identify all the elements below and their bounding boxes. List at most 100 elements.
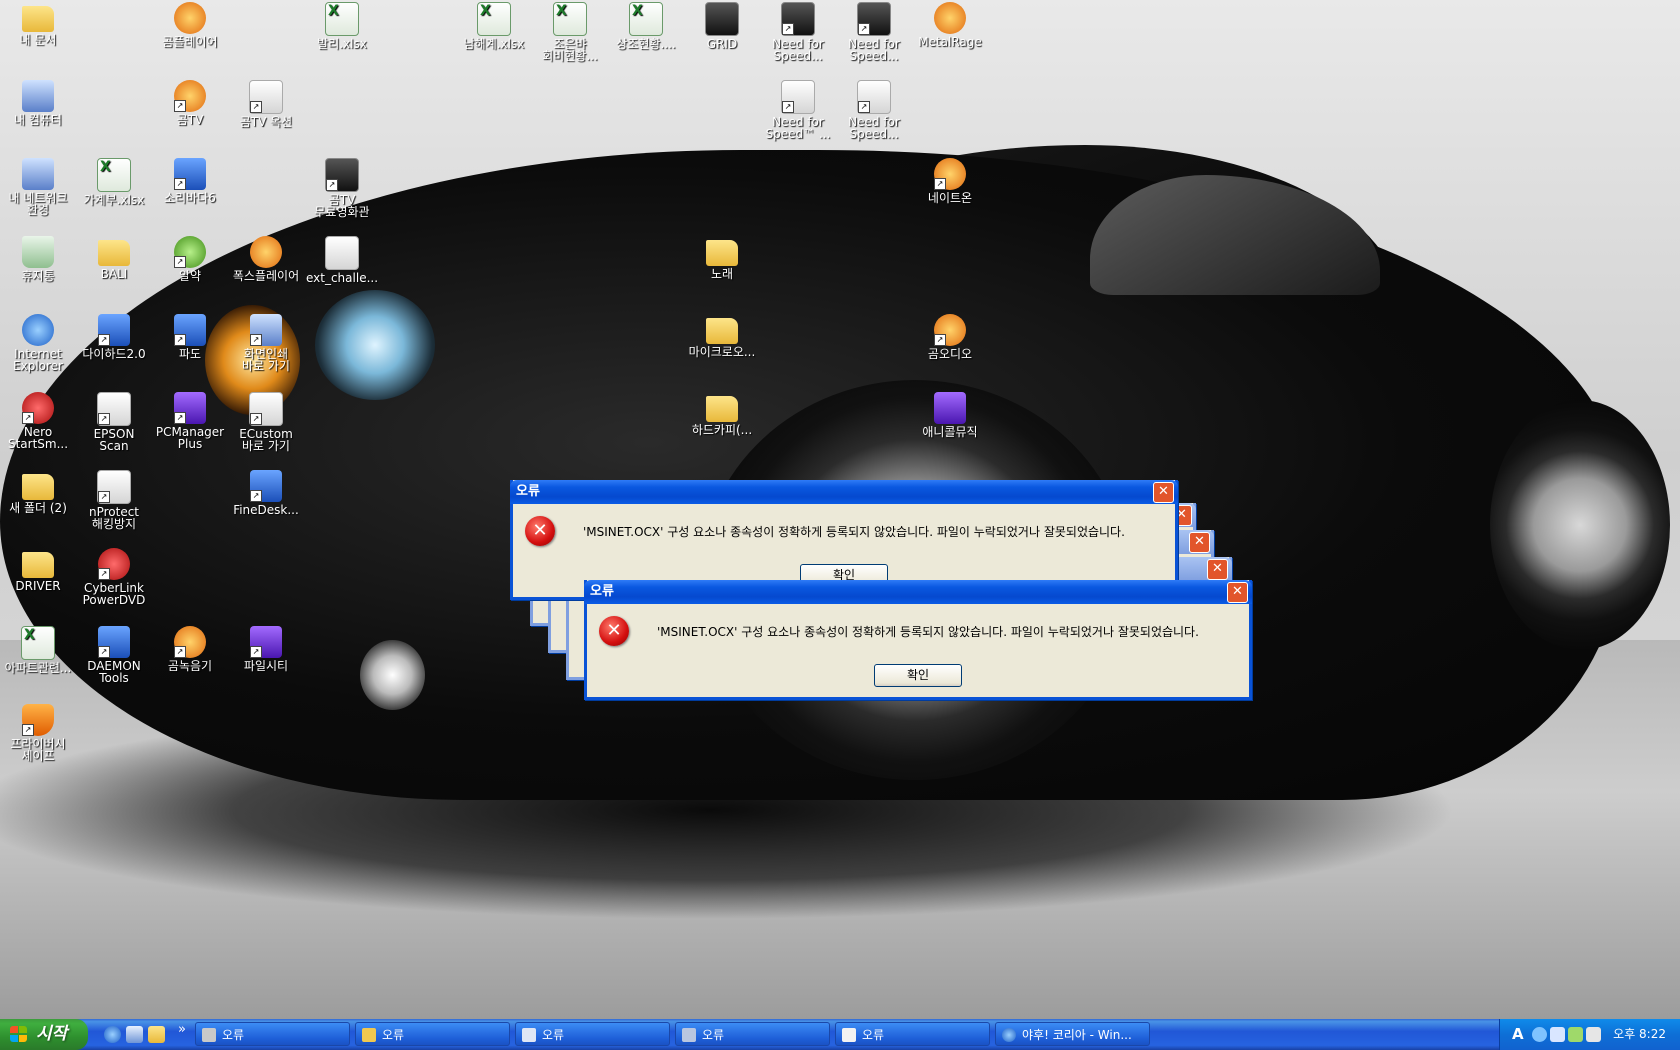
desktop-icon-gom-player[interactable]: 곰플레이어	[152, 2, 228, 48]
desktop-icon-nero[interactable]: ↗ Nero StartSm...	[0, 392, 76, 450]
error-icon: ✕	[525, 516, 555, 546]
wallpaper-rear-wheel	[1490, 400, 1670, 650]
dialog-title: 오류	[516, 484, 540, 499]
quicklaunch-outlook-icon[interactable]	[126, 1026, 143, 1043]
ok-button[interactable]: 확인	[874, 664, 962, 687]
nfs-most-wanted-icon: ↗	[857, 2, 891, 36]
desktop-icon-gom-recorder[interactable]: ↗ 곰녹음기	[152, 626, 228, 672]
shortcut-arrow-icon: ↗	[22, 724, 34, 736]
desktop-icon-apartment[interactable]: 아파트관련...	[0, 626, 76, 674]
desktop-icon-powerdvd[interactable]: ↗ CyberLink PowerDVD	[76, 548, 152, 606]
desktop-icon-my-computer[interactable]: 내 컴퓨터	[0, 80, 76, 126]
desktop-icon-nfs-3[interactable]: ↗ Need for Speed™ ...	[760, 80, 836, 140]
nfs-shift-icon: ↗	[781, 80, 815, 114]
desktop-icon-privacy-safe[interactable]: ↗ 프라이버시 세이프	[0, 704, 76, 762]
quicklaunch-chevron[interactable]: »	[178, 1022, 186, 1037]
desktop-icon-recycle-bin[interactable]: 휴지통	[0, 236, 76, 282]
desktop-icon-grid[interactable]: GRID	[684, 2, 760, 50]
desktop-icon-pcmanager[interactable]: ↗ PCManager Plus	[152, 392, 228, 450]
desktop-icon-filecity[interactable]: ↗ 파일시티	[228, 626, 304, 672]
quicklaunch-ie-icon[interactable]	[104, 1026, 121, 1043]
desktop-icon-nfs-4[interactable]: ↗ Need for Speed...	[836, 80, 912, 140]
pcmanager-icon: ↗	[174, 392, 206, 424]
desktop-icon-nateon[interactable]: ↗ 네이트온	[912, 158, 988, 204]
desktop-icon-gom-audio[interactable]: ↗ 곰오디오	[912, 314, 988, 360]
my-documents-icon	[22, 6, 54, 32]
taskbar-button-error-3[interactable]: 오류	[515, 1022, 670, 1046]
tray-help-icon[interactable]	[1532, 1027, 1547, 1042]
taskbar-button-error-5[interactable]: 오류	[835, 1022, 990, 1046]
desktop-icon-fox-player[interactable]: 폭스플레이어	[228, 236, 304, 282]
desktop-icon-anycall-music[interactable]: 애니콜뮤직	[912, 392, 988, 438]
gom-tv-icon: ↗	[174, 80, 206, 112]
start-button[interactable]: 시작	[0, 1019, 88, 1050]
desktop-icon-household-ledger[interactable]: 가계부.xlsx	[76, 158, 152, 206]
dialog-titlebar[interactable]: 오류 ✕	[584, 580, 1252, 604]
close-icon[interactable]: ✕	[1227, 582, 1248, 603]
desktop-icon-new-folder[interactable]: 새 폴더 (2)	[0, 470, 76, 514]
shortcut-arrow-icon: ↗	[326, 179, 338, 191]
desktop-icon-metalrage[interactable]: MetalRage	[912, 2, 988, 48]
desktop-icon-epson-scan[interactable]: ↗ EPSON Scan	[76, 392, 152, 452]
desktop-icon-internet-explorer[interactable]: Internet Explorer	[0, 314, 76, 372]
taskbar-button-error-2[interactable]: 오류	[355, 1022, 510, 1046]
taskbar-button-yahoo-korea[interactable]: 야후! 코리아 - Win...	[995, 1022, 1150, 1046]
quicklaunch-folder-icon[interactable]	[148, 1026, 165, 1043]
desktop-icon-network[interactable]: 내 네트워크 환경	[0, 158, 76, 216]
nprotect-icon: ↗	[97, 470, 131, 504]
close-icon[interactable]: ✕	[1153, 482, 1174, 503]
ime-indicator[interactable]: A	[1512, 1025, 1524, 1043]
desktop-icon-driver[interactable]: DRIVER	[0, 548, 76, 592]
clock[interactable]: 오후 8:22	[1613, 1019, 1666, 1050]
error-dialog[interactable]: 오류 ✕ ✕ 'MSINET.OCX' 구성 요소나 종속성이 정확하게 등록되…	[584, 580, 1252, 700]
internet-explorer-icon	[22, 314, 54, 346]
desktop-icon-gom-tv-auction[interactable]: ↗ 곰TV 옥션	[228, 80, 304, 128]
desktop-icon-pado[interactable]: ↗ 파도	[152, 314, 228, 360]
folder-icon	[22, 552, 54, 578]
excel-file-icon	[477, 2, 511, 36]
desktop-icon-alyac[interactable]: ↗ 알약	[152, 236, 228, 282]
desktop-icon-songs-folder[interactable]: 노래	[684, 236, 760, 280]
desktop-icon-ecustom[interactable]: ↗ ECustom 바로 가기	[228, 392, 304, 452]
desktop-icon-membership-fee[interactable]: 조은뱌회비현황...	[532, 2, 608, 62]
grid-game-icon	[705, 2, 739, 36]
taskbar-button-error-1[interactable]: 오류	[195, 1022, 350, 1046]
desktop-icon-mutual-aid[interactable]: 상조현황....	[608, 2, 684, 50]
tray-device-icon[interactable]	[1586, 1027, 1601, 1042]
wallpaper-headlight	[315, 290, 435, 400]
desktop-icon-die-hard[interactable]: ↗ 다이하드2.0	[76, 314, 152, 360]
desktop-icon-nprotect[interactable]: ↗ nProtect 해킹방지	[76, 470, 152, 530]
dialog-titlebar[interactable]: 오류 ✕	[510, 480, 1178, 504]
desktop-icon-screen-print[interactable]: ↗ 화면인쇄 바로 가기	[228, 314, 304, 372]
desktop-icon-nfs-2[interactable]: ↗ Need for Speed...	[836, 2, 912, 62]
desktop-icon-namhae-xlsx[interactable]: 남해계.xlsx	[456, 2, 532, 50]
shortcut-arrow-icon: ↗	[250, 101, 262, 113]
taskbar-button-error-4[interactable]: 오류	[675, 1022, 830, 1046]
alyac-icon: ↗	[174, 236, 206, 268]
tray-security-icon[interactable]	[1568, 1027, 1583, 1042]
desktop-icon-daemon-tools[interactable]: ↗ DAEMON Tools	[76, 626, 152, 684]
shortcut-arrow-icon: ↗	[98, 646, 110, 658]
desktop-icon-nfs-1[interactable]: ↗ Need for Speed...	[760, 2, 836, 62]
desktop-icon-finedesk[interactable]: ↗ FineDesk...	[228, 470, 304, 516]
desktop-icon-my-documents[interactable]: 내 문서	[0, 2, 76, 46]
tray-network-icon[interactable]	[1550, 1027, 1565, 1042]
excel-file-icon	[629, 2, 663, 36]
desktop-icon-hardcopy-folder[interactable]: 하드카피(...	[684, 392, 760, 436]
excel-file-icon	[553, 2, 587, 36]
desktop-icon-ext-challenge[interactable]: ext_challe...	[304, 236, 380, 284]
close-icon[interactable]: ✕	[1207, 559, 1228, 580]
shortcut-arrow-icon: ↗	[98, 334, 110, 346]
desktop-icon-gom-tv[interactable]: ↗ 곰TV	[152, 80, 228, 126]
system-tray: A 오후 8:22	[1499, 1019, 1680, 1050]
document-icon	[842, 1028, 856, 1042]
desktop-icon-gom-tv-movies[interactable]: ↗ 곰TV 무료영화관	[304, 158, 380, 218]
my-computer-icon	[22, 80, 54, 112]
desktop-icon-microsoft-folder[interactable]: 마이크로오...	[684, 314, 760, 358]
installer-icon	[325, 236, 359, 270]
close-icon[interactable]: ✕	[1189, 532, 1210, 553]
shortcut-arrow-icon: ↗	[250, 334, 262, 346]
desktop-icon-bali[interactable]: BALI	[76, 236, 152, 280]
desktop-icon-bali-xlsx[interactable]: 발리.xlsx	[304, 2, 380, 50]
desktop-icon-soribada[interactable]: ↗ 소리바다6	[152, 158, 228, 204]
